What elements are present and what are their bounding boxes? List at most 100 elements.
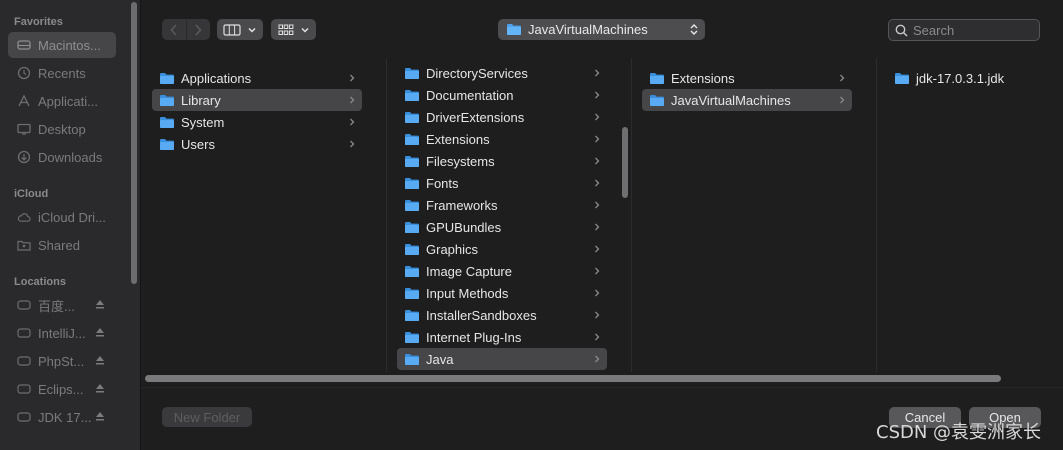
column-divider[interactable] bbox=[386, 58, 387, 372]
horizontal-scrollbar[interactable] bbox=[145, 375, 1001, 382]
list-item[interactable]: Extensions bbox=[642, 67, 852, 89]
sidebar-item-applications[interactable]: Applicati... bbox=[8, 88, 116, 114]
list-item[interactable]: Library bbox=[152, 89, 362, 111]
list-item[interactable]: DriverExtensions bbox=[397, 106, 607, 128]
sidebar-item-recents[interactable]: Recents bbox=[8, 60, 116, 86]
chevron-right-icon bbox=[595, 157, 600, 165]
search-field[interactable] bbox=[888, 19, 1040, 41]
list-item-label: Fonts bbox=[426, 175, 459, 191]
list-item[interactable]: Java bbox=[397, 348, 607, 370]
list-item-label: DriverExtensions bbox=[426, 109, 525, 125]
new-folder-button[interactable]: New Folder bbox=[162, 407, 252, 427]
list-item[interactable]: Applications bbox=[152, 67, 362, 89]
chevron-right-icon bbox=[195, 23, 202, 36]
list-item[interactable]: System bbox=[152, 111, 362, 133]
sidebar-item-macintosh-hd[interactable]: Macintos... bbox=[8, 32, 116, 58]
path-popup-label: JavaVirtualMachines bbox=[528, 22, 648, 37]
back-button[interactable] bbox=[162, 19, 187, 40]
sidebar-section-locations: Locations bbox=[14, 276, 66, 288]
eject-icon[interactable] bbox=[94, 326, 108, 340]
chevron-right-icon bbox=[840, 74, 845, 82]
sidebar-item-shared[interactable]: Shared bbox=[8, 232, 116, 258]
column-divider[interactable] bbox=[876, 58, 877, 372]
path-popup-button[interactable]: JavaVirtualMachines bbox=[498, 19, 705, 40]
list-item[interactable]: Filesystems bbox=[397, 150, 607, 172]
chevron-right-icon bbox=[595, 91, 600, 99]
desktop-icon bbox=[17, 122, 31, 136]
list-item[interactable]: Internet Plug-Ins bbox=[397, 326, 607, 348]
sidebar-item-label: Downloads bbox=[38, 149, 103, 165]
sidebar-item-label: Shared bbox=[38, 237, 80, 253]
forward-button[interactable] bbox=[186, 19, 210, 40]
list-item[interactable]: Input Methods bbox=[397, 282, 607, 304]
folder-icon bbox=[405, 155, 419, 167]
list-item-label: Users bbox=[181, 136, 215, 152]
sidebar-item-downloads[interactable]: Downloads bbox=[8, 144, 116, 170]
eject-icon[interactable] bbox=[94, 298, 108, 312]
sidebar-item-location-baidu[interactable]: 百度... bbox=[8, 292, 116, 318]
view-mode-button[interactable] bbox=[217, 19, 263, 40]
list-item[interactable]: Image Capture bbox=[397, 260, 607, 282]
sidebar-item-label: JDK 17... bbox=[38, 409, 92, 425]
sidebar-item-label: 百度... bbox=[38, 298, 75, 314]
list-item-label: GPUBundles bbox=[426, 219, 502, 235]
sidebar-item-location-phpstorm[interactable]: PhpSt... bbox=[8, 348, 116, 374]
list-item-label: Extensions bbox=[426, 131, 490, 147]
chevron-right-icon bbox=[595, 135, 600, 143]
folder-icon bbox=[405, 265, 419, 277]
sidebar-item-location-eclipse[interactable]: Eclips... bbox=[8, 376, 116, 402]
chevron-right-icon bbox=[595, 245, 600, 253]
list-item[interactable]: Graphics bbox=[397, 238, 607, 260]
list-item[interactable]: Fonts bbox=[397, 172, 607, 194]
sidebar-item-label: IntelliJ... bbox=[38, 325, 86, 341]
chevron-right-icon bbox=[350, 118, 355, 126]
chevron-right-icon bbox=[595, 113, 600, 121]
list-item[interactable]: GPUBundles bbox=[397, 216, 607, 238]
eject-icon[interactable] bbox=[94, 410, 108, 424]
column-vertical-scrollbar[interactable] bbox=[622, 127, 628, 198]
back-forward-group bbox=[162, 19, 210, 40]
list-item-label: Filesystems bbox=[426, 153, 495, 169]
list-item[interactable]: jdk-17.0.3.1.jdk bbox=[887, 67, 1037, 89]
sidebar: Favorites Macintos... Recents Applicati.… bbox=[0, 0, 141, 450]
list-item[interactable]: Extensions bbox=[397, 128, 607, 150]
chevron-right-icon bbox=[350, 74, 355, 82]
folder-icon bbox=[405, 89, 419, 101]
folder-icon bbox=[405, 287, 419, 299]
sidebar-item-label: Desktop bbox=[38, 121, 86, 137]
sidebar-item-icloud-drive[interactable]: iCloud Dri... bbox=[8, 204, 116, 230]
list-item[interactable]: JavaVirtualMachines bbox=[642, 89, 852, 111]
list-item[interactable]: Frameworks bbox=[397, 194, 607, 216]
eject-icon[interactable] bbox=[94, 382, 108, 396]
chevron-right-icon bbox=[595, 179, 600, 187]
folder-icon bbox=[405, 177, 419, 189]
sidebar-scrollbar[interactable] bbox=[131, 2, 137, 284]
list-item-label: Documentation bbox=[426, 87, 514, 103]
sidebar-item-location-intellij[interactable]: IntelliJ... bbox=[8, 320, 116, 346]
sidebar-item-location-jdk17[interactable]: JDK 17... bbox=[8, 404, 116, 430]
list-item[interactable]: DirectoryServices bbox=[397, 62, 607, 84]
folder-icon bbox=[650, 94, 664, 106]
folder-icon bbox=[405, 67, 419, 79]
group-by-button[interactable] bbox=[271, 19, 316, 40]
chevron-right-icon bbox=[595, 289, 600, 297]
list-item-label: System bbox=[181, 114, 225, 130]
folder-icon bbox=[895, 72, 909, 84]
eject-icon[interactable] bbox=[94, 354, 108, 368]
list-item[interactable]: Documentation bbox=[397, 84, 607, 106]
chevron-right-icon bbox=[595, 223, 600, 231]
sidebar-item-desktop[interactable]: Desktop bbox=[8, 116, 116, 142]
folder-icon bbox=[160, 72, 174, 84]
shared-folder-icon bbox=[17, 238, 31, 252]
search-input[interactable] bbox=[913, 22, 1033, 38]
folder-icon bbox=[405, 111, 419, 123]
grid-icon bbox=[278, 24, 293, 35]
folder-icon bbox=[507, 24, 521, 35]
folder-icon bbox=[405, 133, 419, 145]
chevron-right-icon bbox=[350, 140, 355, 148]
disk-icon bbox=[17, 354, 31, 368]
list-item[interactable]: Users bbox=[152, 133, 362, 155]
column-divider[interactable] bbox=[631, 58, 632, 372]
disk-icon bbox=[17, 298, 31, 312]
list-item[interactable]: InstallerSandboxes bbox=[397, 304, 607, 326]
